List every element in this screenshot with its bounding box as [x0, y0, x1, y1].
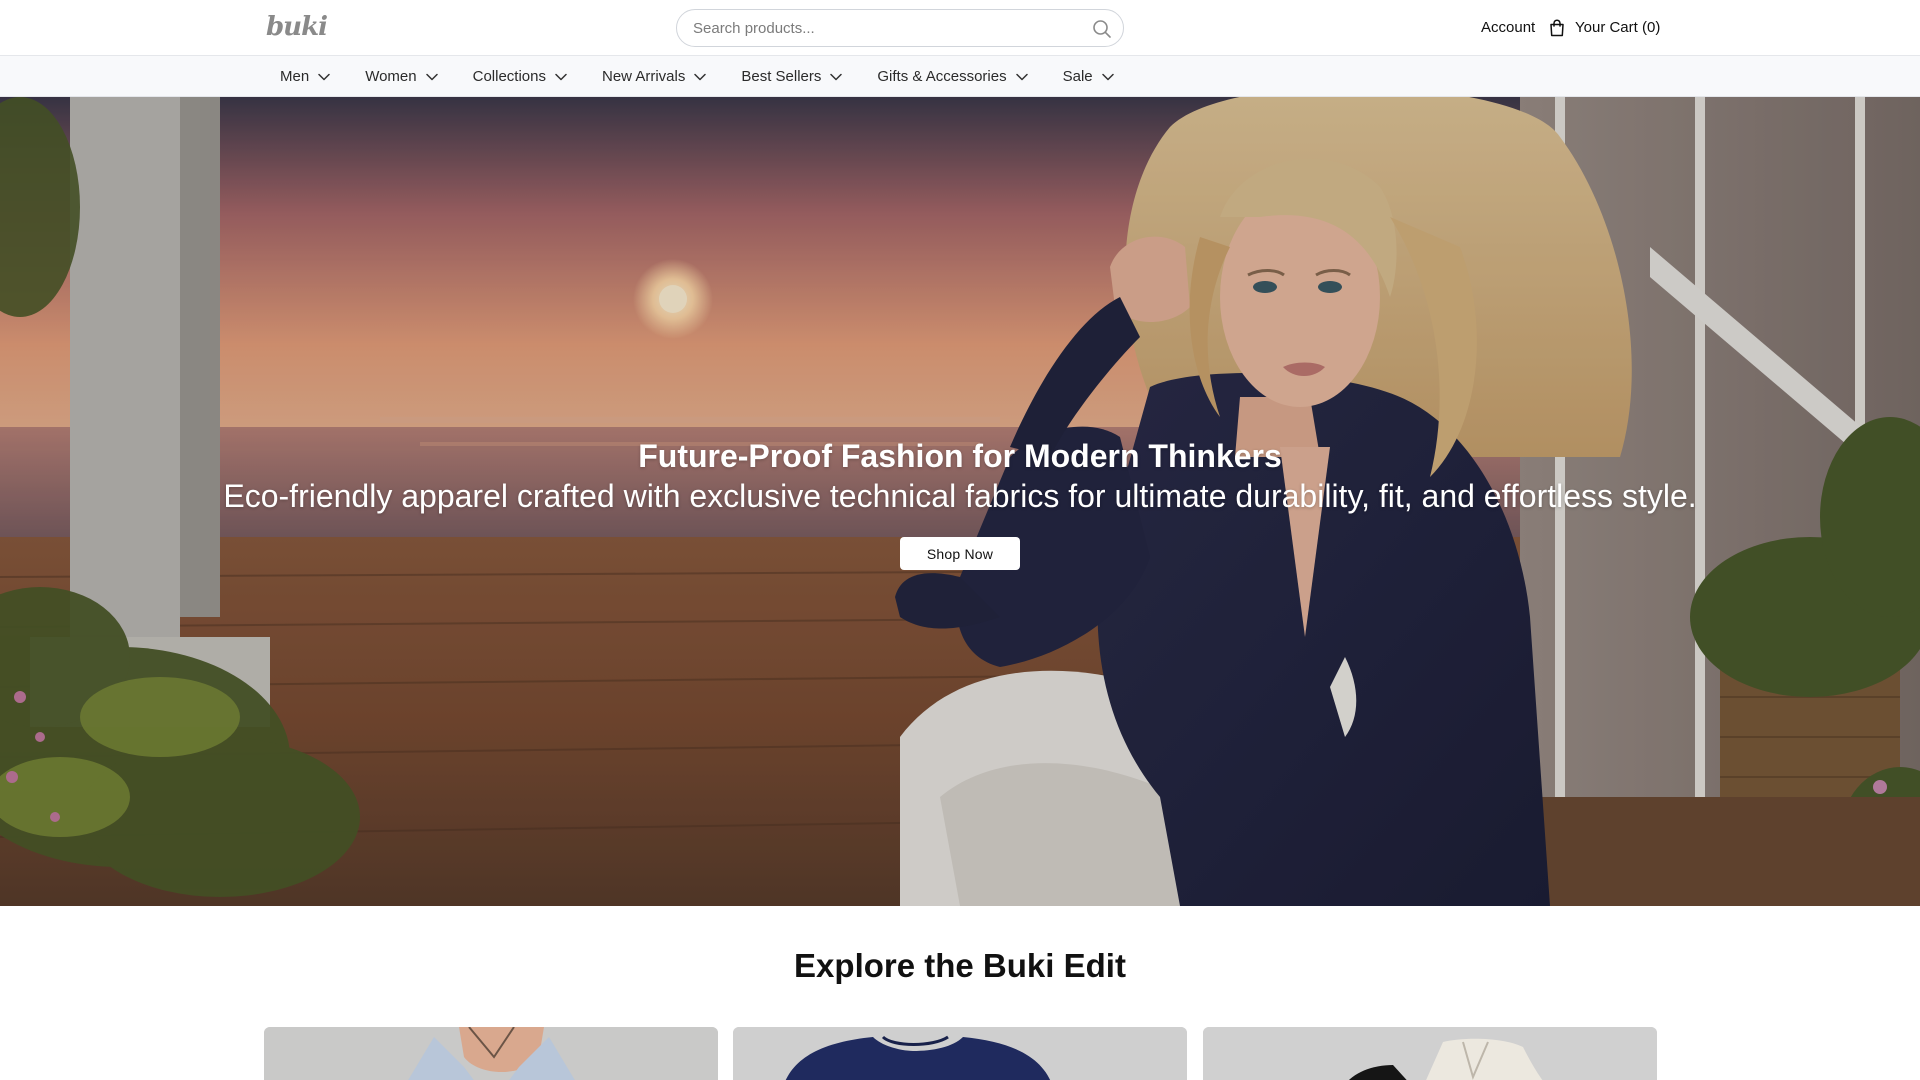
nav-item-women[interactable]: Women: [365, 56, 438, 97]
nav-item-men[interactable]: Men: [280, 56, 330, 97]
hero-title: Future-Proof Fashion for Modern Thinkers: [638, 438, 1282, 474]
nav-item-label: Gifts & Accessories: [877, 68, 1007, 85]
nav-item-new-arrivals[interactable]: New Arrivals: [601, 56, 707, 97]
nav-item-label: Women: [365, 68, 417, 85]
product-image: [1203, 1027, 1657, 1080]
search-input[interactable]: [693, 13, 1083, 43]
explore-section-title: Explore the Buki Edit: [794, 947, 1126, 984]
hero-subtitle: Eco-friendly apparel crafted with exclus…: [223, 478, 1697, 514]
chevron-down-icon: [425, 73, 438, 80]
product-card[interactable]: [264, 1027, 718, 1080]
chevron-down-icon: [1101, 73, 1114, 80]
chevron-down-icon: [555, 73, 567, 80]
hero-banner: Future-Proof Fashion for Modern Thinkers…: [0, 97, 1920, 906]
chevron-down-icon: [1015, 73, 1028, 80]
cart-label: Your Cart (0): [1575, 19, 1661, 36]
product-card[interactable]: [733, 1027, 1187, 1080]
chevron-down-icon: [318, 73, 330, 80]
nav-item-collections[interactable]: Collections: [473, 56, 567, 97]
nav-item-label: Men: [280, 68, 310, 85]
cart-link[interactable]: Your Cart (0): [1549, 17, 1660, 39]
shop-now-button[interactable]: Shop Now: [900, 537, 1020, 570]
main-nav: Men Women Collections New Arrivals Best …: [0, 56, 1920, 97]
nav-item-label: New Arrivals: [601, 68, 686, 85]
nav-item-gifts-accessories[interactable]: Gifts & Accessories: [877, 56, 1028, 97]
nav-item-best-sellers[interactable]: Best Sellers: [741, 56, 843, 97]
nav-item-sale[interactable]: Sale: [1063, 56, 1114, 97]
shopping-bag-icon: [1549, 19, 1565, 37]
account-link[interactable]: Account: [1481, 19, 1535, 37]
top-header: buki Account Your Cart (0): [0, 0, 1920, 56]
brand-logo[interactable]: buki: [266, 10, 328, 44]
hero-content: Future-Proof Fashion for Modern Thinkers…: [0, 97, 1920, 906]
product-image: [733, 1027, 1187, 1080]
chevron-down-icon: [830, 73, 843, 80]
search-bar: [676, 9, 1124, 47]
product-image: [264, 1027, 718, 1080]
nav-item-label: Collections: [472, 68, 546, 85]
product-card[interactable]: [1203, 1027, 1657, 1080]
nav-list: Men Women Collections New Arrivals Best …: [280, 56, 1114, 97]
chevron-down-icon: [694, 73, 707, 80]
search-icon[interactable]: [1091, 18, 1113, 40]
nav-item-label: Sale: [1062, 68, 1093, 85]
nav-item-label: Best Sellers: [741, 68, 822, 85]
